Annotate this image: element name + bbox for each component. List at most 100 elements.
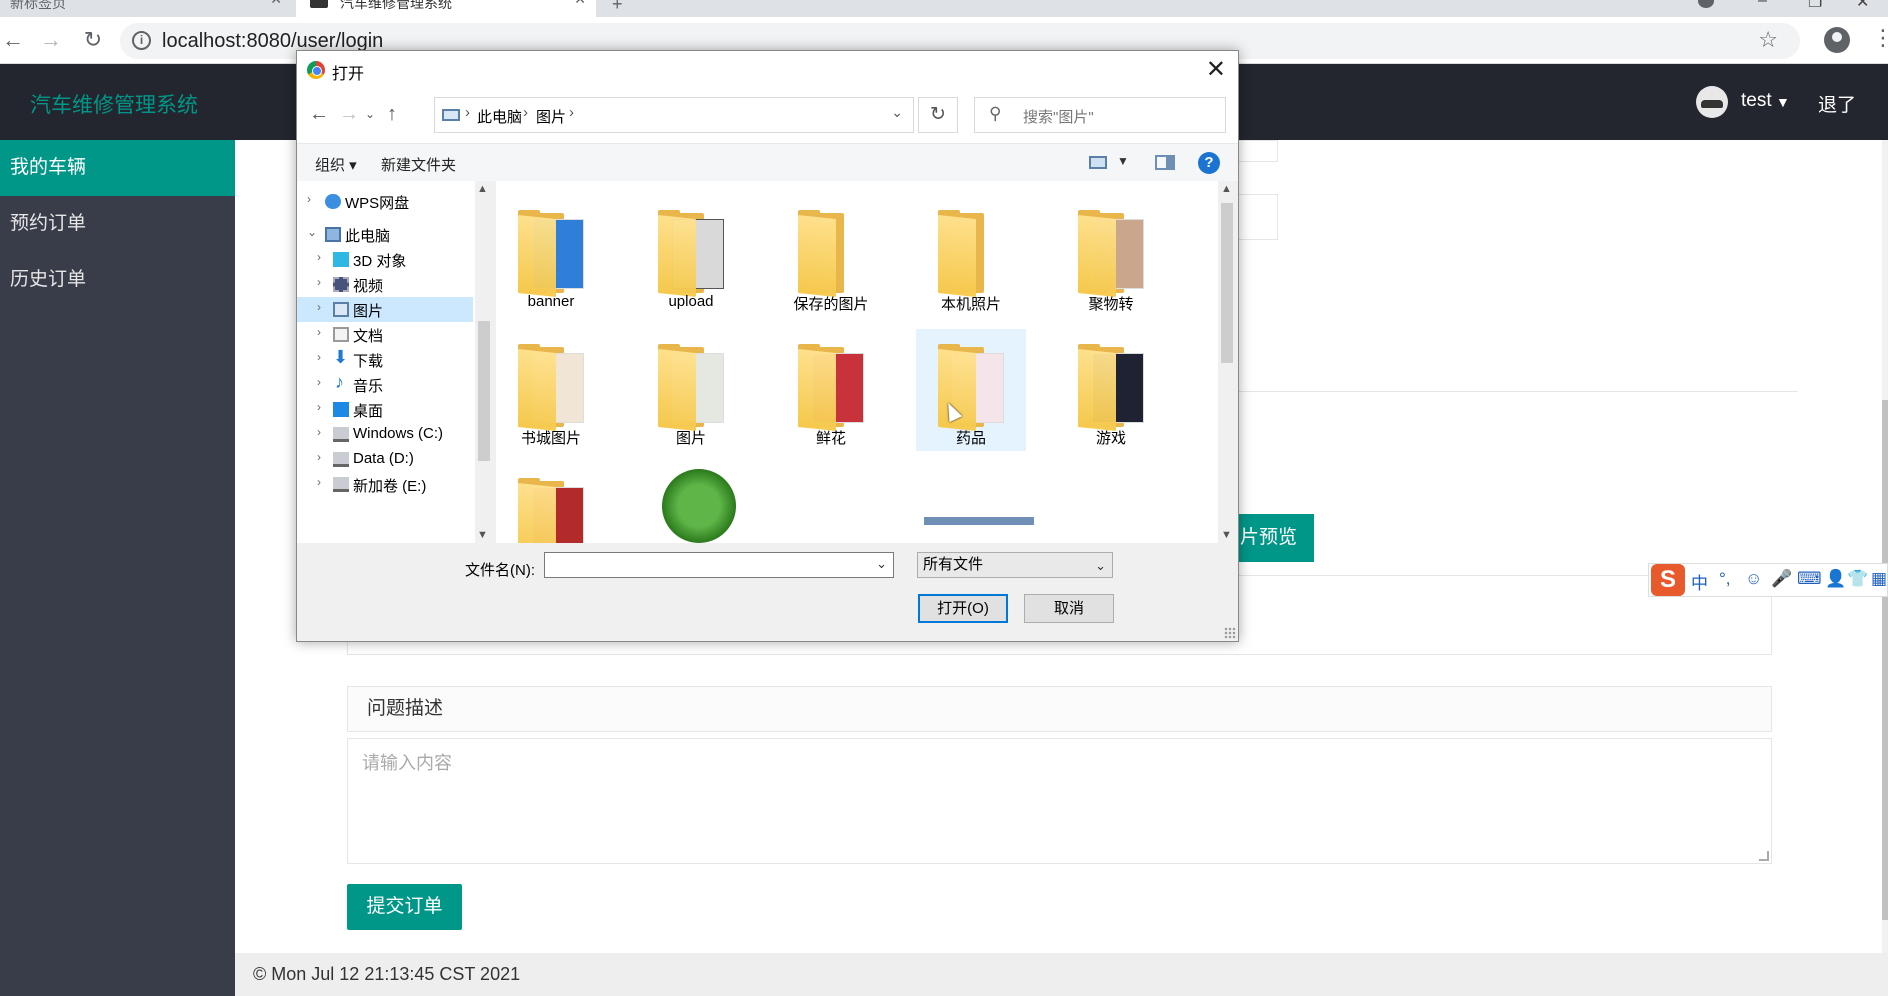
ime-toolbox-icon[interactable]: ▦ xyxy=(1871,569,1887,589)
chevron-right-icon[interactable]: › xyxy=(317,475,321,489)
close-tab-icon[interactable]: ✕ xyxy=(270,0,282,6)
image-preview-button[interactable]: 片预览 xyxy=(1230,514,1314,562)
submit-order-button[interactable]: 提交订单 xyxy=(347,884,462,930)
tree-item-music[interactable]: › ♪ 音乐 xyxy=(297,372,473,397)
view-mode-icon[interactable] xyxy=(1089,156,1107,169)
breadcrumb-pictures[interactable]: 图片 xyxy=(536,106,566,127)
chevron-right-icon[interactable]: › xyxy=(317,325,321,339)
chevron-right-icon[interactable]: › xyxy=(317,425,321,439)
chevron-right-icon[interactable]: › xyxy=(317,300,321,314)
folder-item[interactable]: 图片 xyxy=(636,329,746,451)
folder-item[interactable]: 游戏 xyxy=(1056,329,1166,451)
caret-down-icon[interactable]: ▼ xyxy=(1776,94,1790,110)
app-file-item[interactable] xyxy=(636,463,746,543)
folder-item[interactable]: 聚物转 xyxy=(1056,195,1166,317)
chevron-right-icon[interactable]: › xyxy=(307,192,311,206)
scroll-down-icon[interactable]: ▼ xyxy=(1221,529,1232,541)
tree-item-desktop[interactable]: › 桌面 xyxy=(297,397,473,422)
sogou-logo-icon[interactable]: S xyxy=(1651,564,1685,596)
help-icon[interactable]: ? xyxy=(1198,152,1220,174)
reload-icon[interactable]: ↻ xyxy=(80,27,106,53)
ime-punctuation-icon[interactable]: °, xyxy=(1719,569,1731,589)
file-type-select[interactable]: 所有文件 ⌄ xyxy=(917,552,1113,578)
new-folder-button[interactable]: 新建文件夹 xyxy=(381,154,456,175)
browser-tab-newtab[interactable]: 新标签页 ✕ xyxy=(0,0,292,17)
tree-item-3d-objects[interactable]: › 3D 对象 xyxy=(297,247,473,272)
scroll-up-icon[interactable]: ▲ xyxy=(477,183,488,195)
page-scrollbar[interactable] xyxy=(1882,140,1888,953)
sidebar-item-appointments[interactable]: 预约订单 xyxy=(0,196,235,252)
scrollbar-thumb[interactable] xyxy=(1882,400,1888,920)
ime-keyboard-icon[interactable]: ⌨ xyxy=(1797,569,1822,589)
folder-item[interactable] xyxy=(496,463,606,543)
new-tab-icon[interactable]: + xyxy=(612,0,623,15)
back-arrow-icon[interactable]: ← xyxy=(309,103,329,126)
preview-pane-icon[interactable] xyxy=(1155,155,1175,170)
refresh-icon[interactable]: ↻ xyxy=(918,97,958,133)
caret-down-icon[interactable]: ▼ xyxy=(1117,154,1129,168)
tree-item-drive-e[interactable]: › 新加卷 (E:) xyxy=(297,472,473,497)
app-logo[interactable]: 汽车维修管理系统 xyxy=(30,89,198,119)
ime-skin-icon[interactable]: 👕 xyxy=(1847,569,1868,589)
tree-item-drive-c[interactable]: › Windows (C:) xyxy=(297,422,473,447)
scrollbar-thumb[interactable] xyxy=(478,321,490,461)
browser-menu-icon[interactable]: ⋮ xyxy=(1872,25,1888,51)
ime-emoji-icon[interactable]: ☺ xyxy=(1745,569,1762,589)
open-button[interactable]: 打开(O) xyxy=(918,594,1008,623)
resize-grip-icon[interactable] xyxy=(1224,627,1236,639)
folder-item[interactable]: banner xyxy=(496,195,606,317)
back-arrow-icon[interactable]: ← xyxy=(0,27,26,53)
forward-arrow-icon[interactable]: → xyxy=(339,103,359,126)
chevron-right-icon[interactable]: › xyxy=(317,375,321,389)
up-arrow-icon[interactable]: ↑ xyxy=(387,103,397,126)
bookmark-star-icon[interactable]: ☆ xyxy=(1758,27,1778,53)
dialog-search-input[interactable]: ⚲ 搜索"图片" xyxy=(974,97,1226,133)
nav-pane-scrollbar[interactable]: ▲ ▼ xyxy=(475,181,492,543)
tree-item-wps[interactable]: › WPS网盘 xyxy=(297,189,473,214)
folder-item[interactable]: upload xyxy=(636,195,746,317)
folder-item[interactable]: 书城图片 xyxy=(496,329,606,451)
forward-arrow-icon[interactable]: → xyxy=(38,27,64,53)
tree-item-this-pc[interactable]: ⌄ 此电脑 xyxy=(297,222,473,247)
tree-item-downloads[interactable]: › ⬇ 下载 xyxy=(297,347,473,372)
folder-item[interactable]: 本机照片 xyxy=(916,195,1026,317)
ime-chinese-mode[interactable]: 中 xyxy=(1691,569,1708,594)
chevron-down-icon[interactable]: ⌄ xyxy=(891,104,903,121)
scroll-up-icon[interactable]: ▲ xyxy=(1221,183,1232,195)
file-list-scrollbar[interactable]: ▲ ▼ xyxy=(1218,181,1236,543)
profile-avatar-icon[interactable] xyxy=(1824,27,1850,53)
tab-search-icon[interactable] xyxy=(1698,0,1714,8)
tree-item-drive-d[interactable]: › Data (D:) xyxy=(297,447,473,472)
organize-menu[interactable]: 组织 ▾ xyxy=(315,154,357,175)
logout-link[interactable]: 退了 xyxy=(1818,90,1856,117)
ime-user-icon[interactable]: 👤 xyxy=(1825,569,1846,589)
close-tab-icon[interactable]: ✕ xyxy=(574,0,586,6)
folder-item[interactable]: 保存的图片 xyxy=(776,195,886,317)
scrollbar-thumb[interactable] xyxy=(1221,203,1233,363)
chevron-right-icon[interactable]: › xyxy=(317,350,321,364)
resize-grip-icon[interactable] xyxy=(1759,851,1769,861)
tree-item-documents[interactable]: › 文档 xyxy=(297,322,473,347)
dialog-address-bar[interactable]: › 此电脑 › 图片 › ⌄ xyxy=(434,97,914,133)
sidebar-item-my-vehicles[interactable]: 我的车辆 xyxy=(0,140,235,196)
chevron-down-icon[interactable]: ⌄ xyxy=(1095,554,1106,578)
folder-item[interactable]: 鲜花 xyxy=(776,329,886,451)
user-name[interactable]: test xyxy=(1741,90,1772,112)
window-close-icon[interactable]: ✕ xyxy=(1856,0,1869,12)
user-avatar[interactable] xyxy=(1696,86,1728,118)
tree-item-videos[interactable]: › 视频 xyxy=(297,272,473,297)
recent-locations-icon[interactable]: ⌄ xyxy=(365,107,375,121)
chevron-right-icon[interactable]: › xyxy=(317,400,321,414)
site-info-icon[interactable]: i xyxy=(132,31,151,50)
tree-item-pictures[interactable]: › 图片 xyxy=(297,297,473,322)
dialog-close-icon[interactable]: ✕ xyxy=(1206,55,1226,84)
scroll-down-icon[interactable]: ▼ xyxy=(477,529,488,541)
cancel-button[interactable]: 取消 xyxy=(1024,594,1114,623)
chevron-right-icon[interactable]: › xyxy=(317,250,321,264)
browser-tab-app[interactable]: 汽车维修管理系统 ✕ xyxy=(296,0,596,17)
image-file-item[interactable] xyxy=(916,463,1034,543)
chevron-right-icon[interactable]: › xyxy=(317,275,321,289)
filename-input[interactable]: ⌄ xyxy=(544,552,894,578)
chevron-down-icon[interactable]: ⌄ xyxy=(307,225,317,239)
ime-voice-icon[interactable]: 🎤 xyxy=(1771,569,1792,589)
